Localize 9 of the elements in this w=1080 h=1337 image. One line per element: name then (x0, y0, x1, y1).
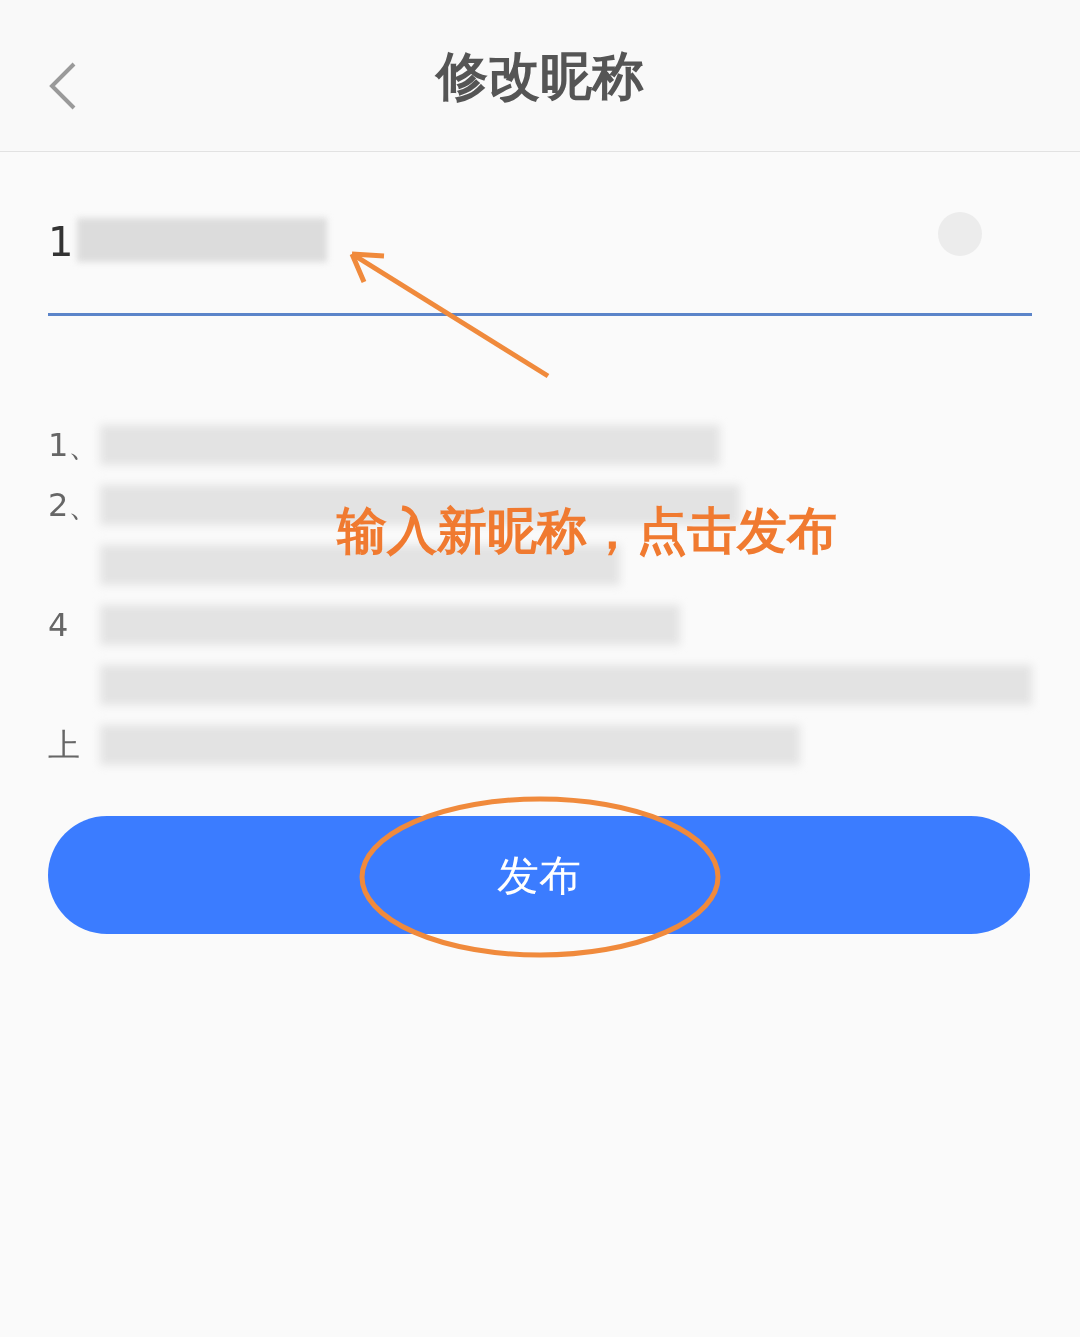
nickname-field[interactable]: 1 (48, 192, 1032, 316)
annotation-text: 输入新昵称，点击发布 (337, 501, 837, 562)
tip-number: 2、 (48, 485, 92, 526)
tip-number: 1、 (48, 425, 92, 466)
tip-number: 4 (48, 605, 70, 646)
tip-number: 上 (48, 725, 81, 766)
back-icon[interactable] (48, 62, 78, 110)
page-title: 修改昵称 (436, 43, 644, 108)
publish-button[interactable]: 发布 (48, 816, 1030, 934)
